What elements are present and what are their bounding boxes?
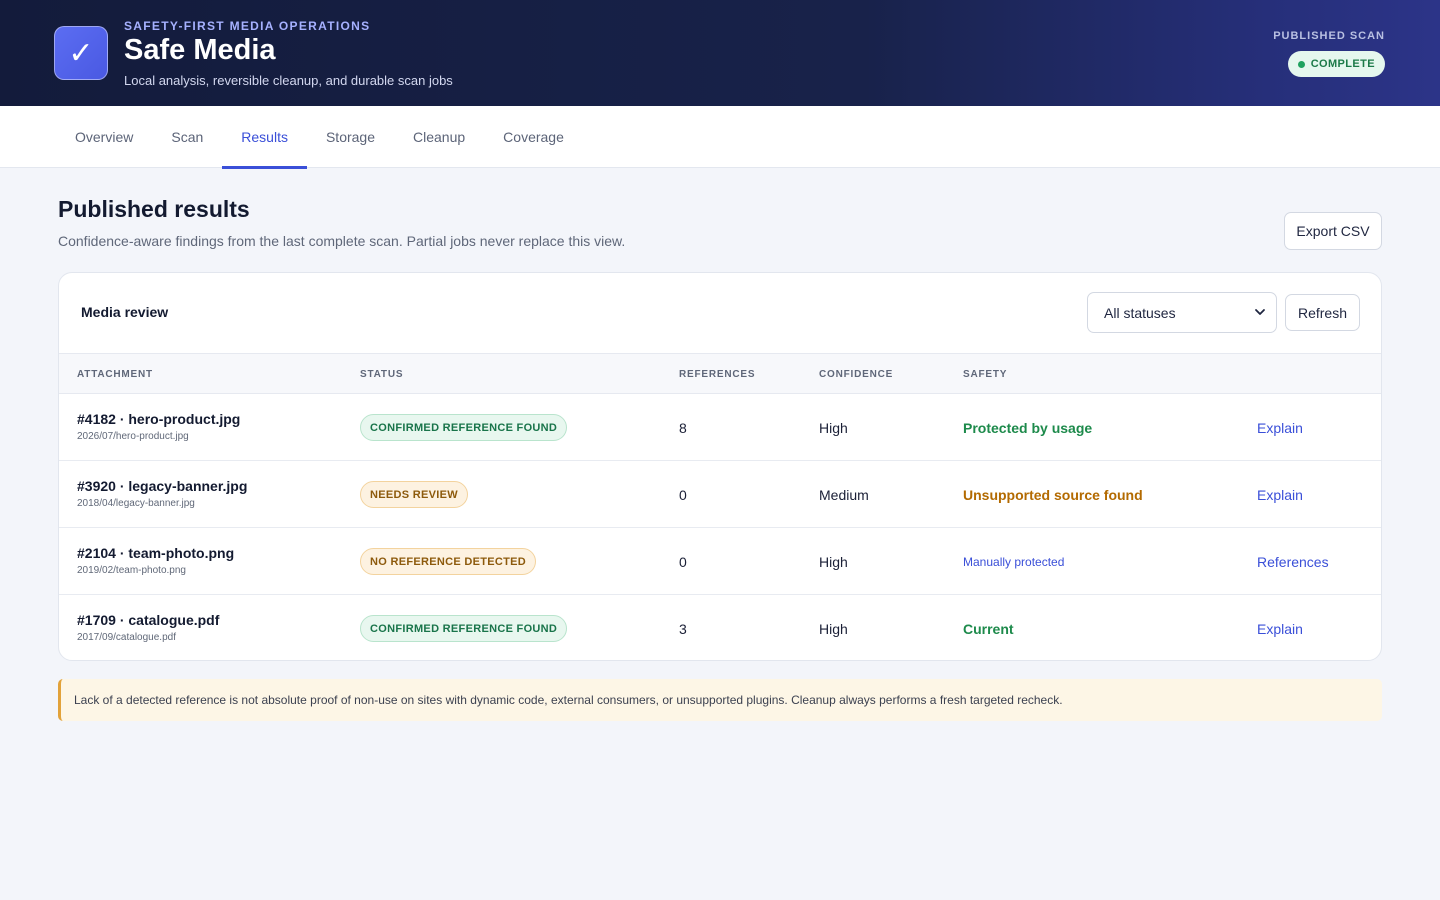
status-badge: NO REFERENCE DETECTED (360, 548, 537, 575)
explain-link[interactable]: Explain (1257, 487, 1303, 503)
status-filter-select[interactable]: All statuses (1087, 292, 1277, 333)
confidence-value: High (819, 554, 848, 570)
attachment-cell: #4182 · hero-product.jpg 2026/07/hero-pr… (77, 411, 240, 442)
column-header-references: REFERENCES (679, 369, 756, 380)
tab-scan[interactable]: Scan (152, 106, 222, 168)
tab-cleanup[interactable]: Cleanup (394, 106, 484, 168)
media-review-card: Media review All statuses Refresh ATTACH… (58, 272, 1382, 661)
references-count: 0 (679, 487, 687, 503)
attachment-name: #4182 · hero-product.jpg (77, 411, 241, 427)
references-count: 8 (679, 420, 687, 436)
table-header: ATTACHMENT STATUS REFERENCES CONFIDENCE … (59, 353, 1381, 394)
safety-value: Unsupported source found (963, 487, 1143, 503)
attachment-path: 2026/07/hero-product.jpg (77, 431, 189, 442)
column-header-confidence: CONFIDENCE (819, 369, 894, 380)
tab-coverage[interactable]: Coverage (484, 106, 583, 168)
references-count: 0 (679, 554, 687, 570)
chevron-down-icon (1255, 309, 1265, 315)
confidence-value: High (819, 420, 848, 436)
table-row: #2104 · team-photo.png 2019/02/team-phot… (59, 528, 1381, 595)
card-header: Media review All statuses Refresh (59, 273, 1381, 353)
attachment-path: 2017/09/catalogue.pdf (77, 632, 176, 643)
tab-storage[interactable]: Storage (307, 106, 394, 168)
attachment-path: 2018/04/legacy-banner.jpg (77, 498, 195, 509)
main-tabs: Overview Scan Results Storage Cleanup Co… (0, 106, 1440, 169)
attachment-name: #2104 · team-photo.png (77, 545, 235, 561)
scan-status-badge: COMPLETE (1287, 51, 1385, 77)
app-title: Safe Media (124, 34, 276, 66)
export-csv-button[interactable]: Export CSV (1284, 212, 1382, 250)
status-badge: CONFIRMED REFERENCE FOUND (360, 414, 568, 441)
attachment-name: #1709 · catalogue.pdf (77, 612, 220, 628)
references-count: 3 (679, 621, 687, 637)
safety-value: Protected by usage (963, 420, 1093, 436)
tab-overview[interactable]: Overview (56, 106, 152, 168)
status-badge: NEEDS REVIEW (360, 481, 468, 508)
app-header: ✓ SAFETY-FIRST MEDIA OPERATIONS Safe Med… (0, 0, 1440, 106)
table-row: #4182 · hero-product.jpg 2026/07/hero-pr… (59, 394, 1381, 461)
references-link[interactable]: References (1257, 554, 1329, 570)
scan-status-text: COMPLETE (1310, 58, 1375, 70)
safety-value: Manually protected (963, 555, 1065, 569)
explain-link[interactable]: Explain (1257, 420, 1303, 436)
reference-disclaimer-notice: Lack of a detected reference is not abso… (58, 679, 1382, 721)
status-filter-value: All statuses (1104, 304, 1176, 321)
status-badge: CONFIRMED REFERENCE FOUND (360, 615, 568, 642)
page-description: Confidence-aware findings from the last … (58, 233, 626, 249)
column-header-status: STATUS (360, 369, 404, 380)
explain-link[interactable]: Explain (1257, 621, 1303, 637)
published-scan-label: PUBLISHED SCAN (1273, 30, 1385, 42)
table-row: #3920 · legacy-banner.jpg 2018/04/legacy… (59, 461, 1381, 528)
confidence-value: Medium (819, 487, 869, 503)
header-eyebrow: SAFETY-FIRST MEDIA OPERATIONS (124, 19, 371, 33)
attachment-cell: #2104 · team-photo.png 2019/02/team-phot… (77, 545, 234, 576)
status-dot-icon (1297, 60, 1305, 68)
column-header-safety: SAFETY (963, 369, 1008, 380)
app-subtitle: Local analysis, reversible cleanup, and … (124, 73, 453, 88)
table-row: #1709 · catalogue.pdf 2017/09/catalogue.… (59, 595, 1381, 660)
confidence-value: High (819, 621, 848, 637)
page-title: Published results (58, 196, 250, 222)
attachment-cell: #1709 · catalogue.pdf 2017/09/catalogue.… (77, 612, 219, 643)
column-header-attachment: ATTACHMENT (77, 369, 153, 380)
safety-value: Current (963, 621, 1014, 637)
refresh-button[interactable]: Refresh (1285, 294, 1360, 331)
checkmark-logo-icon: ✓ (54, 26, 108, 80)
attachment-cell: #3920 · legacy-banner.jpg 2018/04/legacy… (77, 478, 247, 509)
attachment-name: #3920 · legacy-banner.jpg (77, 478, 248, 494)
tab-results[interactable]: Results (222, 106, 307, 169)
card-title: Media review (81, 304, 169, 320)
attachment-path: 2019/02/team-photo.png (77, 565, 186, 576)
